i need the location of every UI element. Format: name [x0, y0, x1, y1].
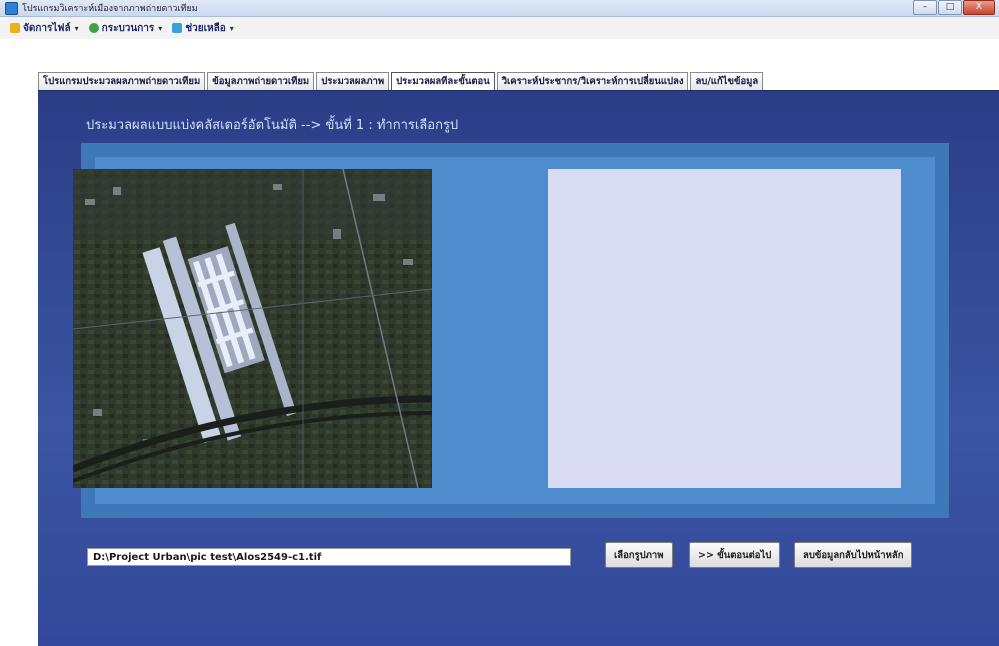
window-title: โปรแกรมวิเคราะห์เมืองจากภาพถ่ายดาวเทียม: [22, 4, 198, 14]
satellite-image: [73, 169, 432, 488]
menu-file-label: จัดการไฟล์: [23, 22, 71, 34]
step-heading: ประมวลผลแบบแบ่งคลัสเตอร์อัตโนมัติ --> ขั…: [86, 118, 459, 133]
app-icon: [5, 2, 18, 15]
maximize-button[interactable]: □: [938, 0, 962, 15]
satellite-image-graphic: [73, 169, 432, 488]
menu-process-label: กระบวนการ: [101, 22, 155, 34]
chevron-down-icon: ▾: [74, 23, 79, 33]
select-image-button[interactable]: เลือกรูปภาพ: [605, 542, 673, 568]
tab-satellite-data[interactable]: ข้อมูลภาพถ่ายดาวเทียม: [207, 72, 315, 90]
chevron-down-icon: ▾: [158, 23, 163, 33]
tab-image-processing[interactable]: ประมวลผลภาพ: [316, 72, 390, 90]
file-path-field[interactable]: [87, 548, 571, 566]
tab-satellite-processing[interactable]: โปรแกรมประมวลผลภาพถ่ายดาวเทียม: [38, 72, 206, 90]
window-controls: – □ X: [912, 0, 995, 15]
tab-strip: โปรแกรมประมวลผลภาพถ่ายดาวเทียม ข้อมูลภาพ…: [38, 72, 765, 91]
chevron-down-icon: ▾: [229, 23, 234, 33]
back-to-main-button[interactable]: ลบข้อมูลกลับไปหน้าหลัก: [794, 542, 913, 568]
next-step-button[interactable]: >> ขั้นตอนต่อไป: [689, 542, 781, 568]
tab-edit-data[interactable]: ลบ/แก้ไขข้อมูล: [690, 72, 764, 90]
minimize-button[interactable]: –: [913, 0, 937, 15]
result-preview: [548, 169, 901, 488]
menu-help-label: ช่วยเหลือ: [185, 22, 226, 34]
client-area: โปรแกรมประมวลผลภาพถ่ายดาวเทียม ข้อมูลภาพ…: [0, 39, 999, 646]
menu-process[interactable]: กระบวนการ ▾: [88, 21, 163, 36]
gear-icon: [88, 23, 99, 33]
close-button[interactable]: X: [963, 0, 995, 15]
menu-help[interactable]: ช่วยเหลือ ▾: [172, 21, 234, 36]
menu-file[interactable]: จัดการไฟล์ ▾: [10, 21, 79, 36]
folder-icon: [10, 23, 20, 33]
tab-population-analysis[interactable]: วิเคราะห์ประชากร/วิเคราะห์การเปลี่ยนแปลง: [496, 72, 689, 90]
menu-bar: จัดการไฟล์ ▾ กระบวนการ ▾ ช่วยเหลือ ▾: [0, 17, 999, 39]
title-bar: โปรแกรมวิเคราะห์เมืองจากภาพถ่ายดาวเทียม …: [0, 0, 999, 17]
step-processing-panel: ประมวลผลแบบแบ่งคลัสเตอร์อัตโนมัติ --> ขั…: [38, 90, 999, 646]
help-icon: [172, 23, 183, 33]
tab-step-processing[interactable]: ประมวลผลทีละขั้นตอน: [391, 72, 495, 91]
